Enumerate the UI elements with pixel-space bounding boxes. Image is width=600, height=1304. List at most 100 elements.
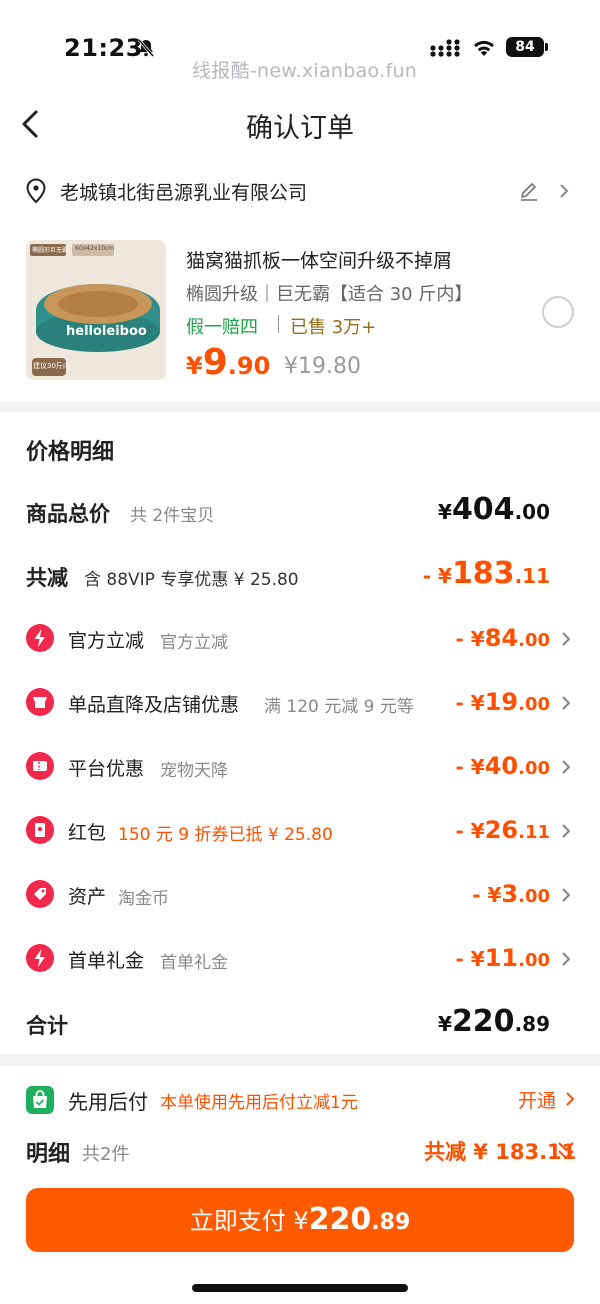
sum-dec: .89 [514, 1012, 550, 1036]
discount-dec: .00 [518, 758, 550, 779]
home-indicator[interactable] [192, 1284, 408, 1292]
image-brand-text: helloleiboo [66, 324, 147, 339]
discount-sub: 宠物天降 [160, 761, 228, 781]
discount-prefix: - ¥ [455, 755, 485, 779]
total-reduce-prefix: - ¥ [422, 564, 452, 588]
discount-label: 平台优惠 [68, 758, 145, 780]
goods-total-amount: ¥404.00 [438, 492, 550, 527]
chevron-right-icon [560, 184, 569, 198]
page-title: 确认订单 [246, 113, 354, 144]
discount-int: 19 [484, 688, 519, 716]
sum-amount: ¥220.89 [438, 1004, 550, 1039]
discount-label: 单品直降及店铺优惠 [68, 694, 240, 716]
discount-amount: - ¥40.00 [456, 752, 550, 780]
wifi-icon [474, 40, 494, 56]
lightning-icon [26, 944, 54, 972]
goods-total-currency: ¥ [438, 500, 452, 524]
image-tag-bottom: 建议30斤内 [33, 362, 70, 370]
watermark-text: 线报酷-new.xianbao.fun [192, 60, 418, 82]
goods-total-label: 商品总价 [26, 502, 110, 526]
discount-label: 红包 [68, 822, 107, 844]
chevron-right-icon [562, 696, 571, 710]
pay-button-label: 立即支付 [189, 1207, 286, 1235]
product-price: ¥9.90 [186, 342, 270, 383]
total-reduce-sub: 含 88VIP 专享优惠 ¥ 25.80 [84, 570, 299, 590]
chevron-right-icon [562, 952, 571, 966]
tag-icon [26, 880, 54, 908]
discount-label: 首单礼金 [68, 950, 145, 972]
sum-int: 220 [451, 1004, 515, 1039]
discount-prefix: - ¥ [472, 883, 502, 907]
discount-amount: - ¥19.00 [456, 688, 550, 716]
discount-prefix: - ¥ [455, 819, 485, 843]
image-tag-top-left: 椭圆形巨无霸 [32, 247, 69, 254]
discount-dec: .11 [518, 822, 550, 843]
battery-tip [545, 43, 548, 51]
image-tag-top-right: 60x42x10cm [75, 245, 115, 252]
double-chevron-down-icon[interactable] [556, 1140, 576, 1162]
chevron-right-icon [562, 632, 571, 646]
guarantee-tag: 假一赔四 [186, 317, 258, 338]
discount-int: 11 [484, 944, 519, 972]
discount-label: 资产 [68, 886, 107, 908]
product-image[interactable]: 椭圆形巨无霸 60x42x10cm helloleiboo 建议30斤内 [26, 240, 166, 380]
price-detail-card: 价格明细 商品总价 共 2件宝贝 ¥404.00 共减 含 88VIP 专享优惠… [0, 412, 600, 1054]
detail-total-reduce: 共减 ¥ 183.11 [424, 1140, 577, 1164]
ticket-icon [26, 752, 54, 780]
discount-prefix: - ¥ [455, 691, 485, 715]
status-time: 21:23 [64, 34, 143, 62]
total-reduce-amount: - ¥183.11 [423, 556, 550, 591]
sum-label: 合计 [26, 1014, 68, 1038]
lightning-icon [26, 624, 54, 652]
chevron-right-icon [566, 1092, 575, 1106]
discount-prefix: - ¥ [455, 627, 485, 651]
discount-int: 3 [501, 880, 519, 908]
pay-button-int: 220 [308, 1202, 372, 1237]
edit-pencil-icon[interactable] [518, 180, 540, 202]
cat-scratcher-illustration [26, 240, 166, 380]
goods-total-dec: .00 [514, 500, 550, 524]
discount-amount: - ¥3.00 [472, 880, 550, 908]
goods-total-int: 404 [451, 492, 515, 527]
nav-bar: 确认订单 [0, 80, 600, 170]
discount-amount: - ¥84.00 [456, 624, 550, 652]
discount-sub: 首单礼金 [160, 953, 228, 973]
goods-total-sub: 共 2件宝贝 [130, 506, 215, 526]
discount-int: 26 [484, 816, 519, 844]
address-text: 老城镇北街邑源乳业有限公司 [60, 182, 308, 204]
price-decimal: .90 [227, 352, 271, 380]
discount-dec: .00 [518, 886, 550, 907]
pay-later-desc: 本单使用先用后付立减1元 [160, 1093, 358, 1113]
total-reduce-int: 183 [451, 556, 515, 591]
discount-int: 84 [484, 624, 519, 652]
pay-later-label: 先用后付 [68, 1090, 148, 1114]
shop-icon [26, 688, 54, 716]
total-reduce-dec: .11 [514, 564, 550, 588]
red-packet-icon [26, 816, 54, 844]
select-radio[interactable] [542, 296, 574, 328]
original-price: ¥19.80 [284, 354, 361, 379]
signal-icon [430, 39, 460, 57]
pay-later-bag-icon [26, 1086, 54, 1114]
checkout-footer: 先用后付 本单使用先用后付立减1元 开通 明细 共2件 共减 ¥ 183.11 … [0, 1066, 600, 1304]
chevron-right-icon [562, 760, 571, 774]
discount-amount: - ¥26.11 [456, 816, 550, 844]
discount-label: 官方立减 [68, 630, 145, 652]
price-integer: 9 [202, 342, 228, 383]
product-name[interactable]: 猫窝猫抓板一体空间升级不掉屑 [186, 246, 452, 273]
pay-button-dec: .89 [371, 1210, 411, 1235]
order-card: 老城镇北街邑源乳业有限公司 椭圆形巨无霸 60x42x10cm hellolei… [0, 170, 600, 402]
pay-button-currency: ¥ [293, 1207, 309, 1235]
detail-label: 明细 [26, 1142, 71, 1167]
tag-separator [278, 315, 279, 333]
sold-count-tag: 已售 3万+ [290, 317, 377, 338]
price-currency: ¥ [186, 352, 203, 380]
detail-count: 共2件 [82, 1144, 130, 1165]
discount-dec: .00 [518, 950, 550, 971]
pay-now-button[interactable]: 立即支付 ¥220.89 [26, 1188, 574, 1252]
pay-later-open-link[interactable]: 开通 [518, 1086, 556, 1113]
sum-currency: ¥ [438, 1012, 452, 1036]
discount-dec: .00 [518, 694, 550, 715]
status-bar: 21:23 线报酷-new.xianbao.fun 84 [0, 0, 600, 82]
discount-sub: 满 120 元减 9 元等 [264, 697, 414, 717]
